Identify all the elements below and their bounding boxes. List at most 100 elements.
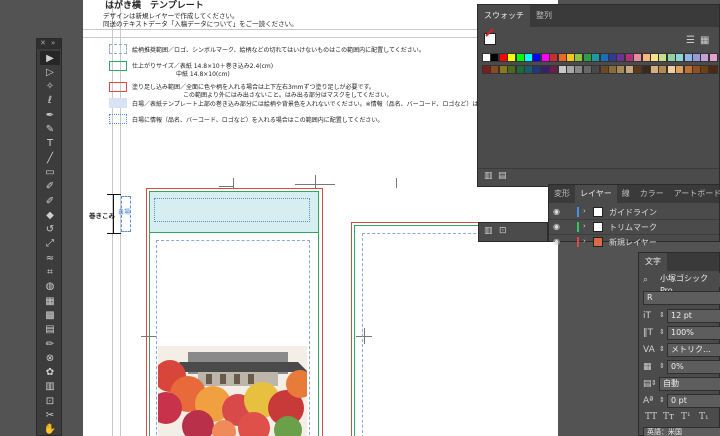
legend-safe-area-text: 絵柄推奨範囲／ロゴ、シンボルマーク、絵柄などの切れてはいけないものはこの範囲内に… — [132, 47, 425, 54]
blend-icon[interactable]: ⊗ — [40, 351, 60, 365]
paintbrush-icon[interactable]: ✐ — [40, 180, 60, 194]
direct-select-icon[interactable]: ▷ — [40, 65, 60, 79]
cover-fold-line — [150, 232, 318, 233]
stepper-icon[interactable]: ⇕ — [659, 362, 665, 370]
lasso-icon[interactable]: ℓ — [40, 94, 60, 108]
font-family-field[interactable]: 小塚ゴシック Pro — [657, 273, 720, 295]
layer-name[interactable]: トリムマーク — [609, 222, 657, 233]
locate-object-icon[interactable]: ⊡ — [499, 226, 507, 236]
layer-color-bar — [577, 237, 579, 247]
perspective-icon[interactable]: ▦ — [40, 294, 60, 308]
layer-thumbnail — [593, 207, 603, 217]
legend-swatch-trim-size — [109, 61, 127, 71]
autumn-temple-artwork[interactable] — [158, 346, 307, 436]
collapse-icon[interactable]: » — [51, 39, 55, 47]
kerning-field[interactable]: メトリク… — [667, 343, 720, 357]
superscript-button[interactable]: T¹ — [681, 412, 691, 422]
wrap-dimension-tick — [107, 194, 121, 195]
layer-count-icon: ▥ — [484, 226, 493, 236]
swatch-kind-icon[interactable]: ▤ — [498, 171, 507, 181]
rectangle-icon[interactable]: ▭ — [40, 165, 60, 179]
wrap-label: 巻きこみ — [89, 212, 115, 220]
tab-color[interactable]: カラー — [635, 185, 669, 203]
stepper-icon[interactable]: ⇕ — [651, 379, 657, 387]
stepper-icon[interactable]: ⇕ — [659, 396, 665, 404]
tab-align[interactable]: 整列 — [530, 5, 558, 27]
layers-panel-tabs: 変形 レイヤー 線 カラー アートボード — [549, 185, 720, 203]
crop-mark — [295, 184, 335, 185]
layers-panel: 変形 レイヤー 線 カラー アートボード ◉ › ガイドライン ◉ › トリムマ… — [548, 184, 720, 247]
column-graph-icon[interactable]: ▥ — [40, 380, 60, 394]
character-panel-tabs: 文字 — [639, 253, 719, 271]
subscript-button[interactable]: T₁ — [699, 412, 709, 422]
close-icon[interactable]: ✕ — [40, 39, 46, 47]
slice-icon[interactable]: ✂ — [40, 409, 60, 423]
tab-stroke[interactable]: 線 — [617, 185, 635, 203]
auto-leading-field[interactable]: 自動 — [659, 377, 720, 391]
pen-icon[interactable]: ✒ — [40, 108, 60, 122]
list-view-icon[interactable]: ☰ — [686, 35, 695, 46]
legend-swatch-info-area — [109, 114, 127, 124]
eyedropper-icon[interactable]: ✏ — [40, 337, 60, 351]
free-transform-icon[interactable]: ⌗ — [40, 266, 60, 280]
layer-name[interactable]: 新規レイヤー — [609, 237, 657, 248]
rotate-icon[interactable]: ↺ — [40, 223, 60, 237]
color-swatch[interactable] — [708, 65, 718, 74]
layer-row[interactable]: ◉ › トリムマーク — [549, 220, 719, 235]
chevron-right-icon[interactable]: › — [583, 207, 586, 215]
eye-icon[interactable]: ◉ — [553, 222, 560, 231]
swatch-grid — [482, 53, 718, 83]
kerning-icon: VA — [643, 345, 655, 355]
layer-row[interactable]: ◉ › ガイドライン — [549, 205, 719, 220]
grid-view-icon[interactable]: ▦ — [700, 35, 709, 46]
eraser-icon[interactable]: ◆ — [40, 208, 60, 222]
artboard-icon[interactable]: ⊡ — [40, 394, 60, 408]
hand-icon[interactable]: ✋ — [40, 423, 60, 436]
scale-icon[interactable]: ⤢ — [40, 237, 60, 251]
legend-white-area-text: 白場／表紙テンプレート上部の巻き込み部分には絵柄や背景色を入れないでください。※… — [132, 101, 491, 108]
vertical-scale-field[interactable]: 100% — [667, 326, 720, 340]
tab-character[interactable]: 文字 — [639, 253, 667, 271]
language-field[interactable]: 英語：米国 — [643, 427, 720, 436]
eye-icon[interactable]: ◉ — [553, 237, 560, 246]
vertical-scale-icon: ‖T — [643, 328, 653, 338]
eye-icon[interactable]: ◉ — [553, 207, 560, 216]
line-icon[interactable]: ╱ — [40, 151, 60, 165]
stepper-icon[interactable]: ⇕ — [659, 345, 665, 353]
layers-footer: ▥ ⊡ — [478, 222, 548, 242]
select-icon[interactable]: ▶ — [40, 51, 60, 65]
chevron-right-icon[interactable]: › — [583, 237, 586, 245]
curvature-icon[interactable]: ✎ — [40, 123, 60, 137]
tsume-field[interactable]: 0% — [667, 360, 720, 374]
swatch-library-icon[interactable]: ▥ — [484, 171, 493, 181]
shape-builder-icon[interactable]: ◍ — [40, 280, 60, 294]
layer-thumbnail — [593, 237, 603, 247]
stepper-icon[interactable]: ⇕ — [659, 311, 665, 319]
tab-transform[interactable]: 変形 — [549, 185, 575, 203]
tools-panel: ✕ » ▶ ▷ ✧ ℓ ✒ ✎ T ╱ ▭ ✐ ✐ ◆ ↺ ⤢ ≈ ⌗ ◍ ▦ ▩ ▤ ✏ ⊗ ✿ ▥ ⊡ ✂ ✋ — [36, 38, 62, 436]
gradient-icon[interactable]: ▤ — [40, 323, 60, 337]
stepper-icon[interactable]: ⇕ — [659, 328, 665, 336]
magic-wand-icon[interactable]: ✧ — [40, 80, 60, 94]
tab-swatches[interactable]: スウォッチ — [478, 5, 530, 27]
search-icon[interactable]: ⌕ — [643, 275, 648, 285]
tab-artboards[interactable]: アートボード — [669, 185, 720, 203]
font-size-field[interactable]: 12 pt — [667, 309, 720, 323]
mesh-icon[interactable]: ▩ — [40, 308, 60, 322]
shaper-icon[interactable]: ✐ — [40, 194, 60, 208]
font-style-field[interactable]: R — [643, 291, 720, 305]
baseline-shift-field[interactable]: 0 pt — [667, 394, 720, 408]
small-caps-button[interactable]: Tт — [663, 412, 674, 422]
tab-layers[interactable]: レイヤー — [575, 185, 617, 203]
wrap-dimension-line — [113, 194, 114, 234]
all-caps-button[interactable]: TT — [645, 412, 657, 422]
layer-name[interactable]: ガイドライン — [609, 207, 657, 218]
type-icon[interactable]: T — [40, 137, 60, 151]
layer-row[interactable]: ◉ › 新規レイヤー — [549, 235, 719, 250]
chevron-right-icon[interactable]: › — [583, 222, 586, 230]
width-icon[interactable]: ≈ — [40, 251, 60, 265]
symbol-sprayer-icon[interactable]: ✿ — [40, 366, 60, 380]
color-swatch[interactable] — [708, 53, 718, 62]
crop-mark — [315, 175, 316, 189]
crop-mark — [233, 178, 234, 188]
